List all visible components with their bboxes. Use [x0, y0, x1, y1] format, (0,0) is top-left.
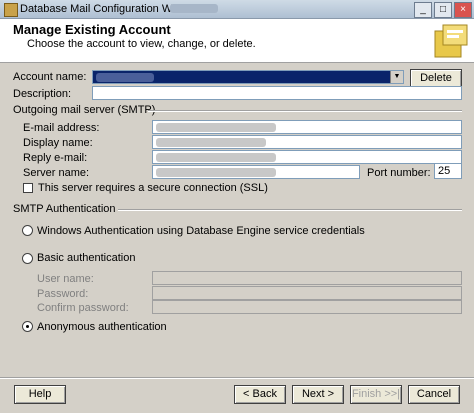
user-name-field[interactable] [152, 271, 462, 285]
description-label: Description: [13, 88, 72, 100]
cancel-button[interactable]: Cancel [408, 385, 460, 404]
account-name-select[interactable]: ▼ [92, 70, 404, 84]
port-number-label: Port number: [367, 167, 431, 179]
windows-auth-label: Windows Authentication using Database En… [37, 225, 365, 237]
next-button[interactable]: Next > [292, 385, 344, 404]
windows-auth-radio[interactable] [22, 225, 33, 236]
basic-auth-label: Basic authentication [37, 252, 136, 264]
user-name-label: User name: [37, 273, 94, 285]
ssl-label: This server requires a secure connection… [38, 182, 268, 194]
password-label: Password: [37, 288, 89, 300]
anonymous-auth-label: Anonymous authentication [37, 321, 167, 333]
account-name-label: Account name: [13, 71, 87, 83]
display-name-field[interactable] [152, 135, 462, 149]
reply-email-value-redacted [156, 153, 276, 162]
description-field[interactable] [92, 86, 462, 100]
back-button[interactable]: < Back [234, 385, 286, 404]
close-button[interactable]: × [454, 2, 472, 18]
reply-email-field[interactable] [152, 150, 462, 164]
basic-auth-radio[interactable] [22, 253, 33, 264]
anonymous-auth-radio[interactable] [22, 321, 33, 332]
auth-group-divider [118, 209, 462, 211]
title-bar: Database Mail Configuration Wizard - _ □… [0, 0, 474, 19]
footer-divider [0, 377, 474, 379]
finish-button[interactable]: Finish >>| [350, 385, 402, 404]
display-name-label: Display name: [23, 137, 93, 149]
port-number-field[interactable]: 25 [434, 163, 462, 179]
display-name-value-redacted [156, 138, 266, 147]
password-field[interactable] [152, 286, 462, 300]
help-button[interactable]: Help [14, 385, 66, 404]
ssl-checkbox[interactable] [23, 183, 33, 193]
account-name-value-redacted [96, 73, 154, 82]
maximize-button[interactable]: □ [434, 2, 452, 18]
server-name-label: Server name: [23, 167, 90, 179]
minimize-button[interactable]: _ [414, 2, 432, 18]
confirm-password-field[interactable] [152, 300, 462, 314]
page-subtitle: Choose the account to view, change, or d… [27, 38, 256, 50]
chevron-down-icon[interactable]: ▼ [390, 71, 403, 83]
wizard-logo-icon [434, 24, 468, 58]
smtp-group-label: Outgoing mail server (SMTP) [13, 104, 156, 116]
smtp-group-divider [148, 110, 462, 112]
email-address-field[interactable] [152, 120, 462, 134]
confirm-password-label: Confirm password: [37, 302, 129, 314]
email-address-label: E-mail address: [23, 122, 100, 134]
reply-email-label: Reply e-mail: [23, 152, 88, 164]
wizard-header: Manage Existing Account Choose the accou… [0, 19, 474, 63]
server-name-value-redacted [156, 168, 276, 177]
server-name-field[interactable] [152, 165, 360, 179]
app-icon [4, 3, 18, 17]
email-address-value-redacted [156, 123, 276, 132]
auth-group-label: SMTP Authentication [13, 203, 116, 215]
window-title-server-redacted [170, 4, 218, 13]
page-title: Manage Existing Account [13, 22, 171, 37]
